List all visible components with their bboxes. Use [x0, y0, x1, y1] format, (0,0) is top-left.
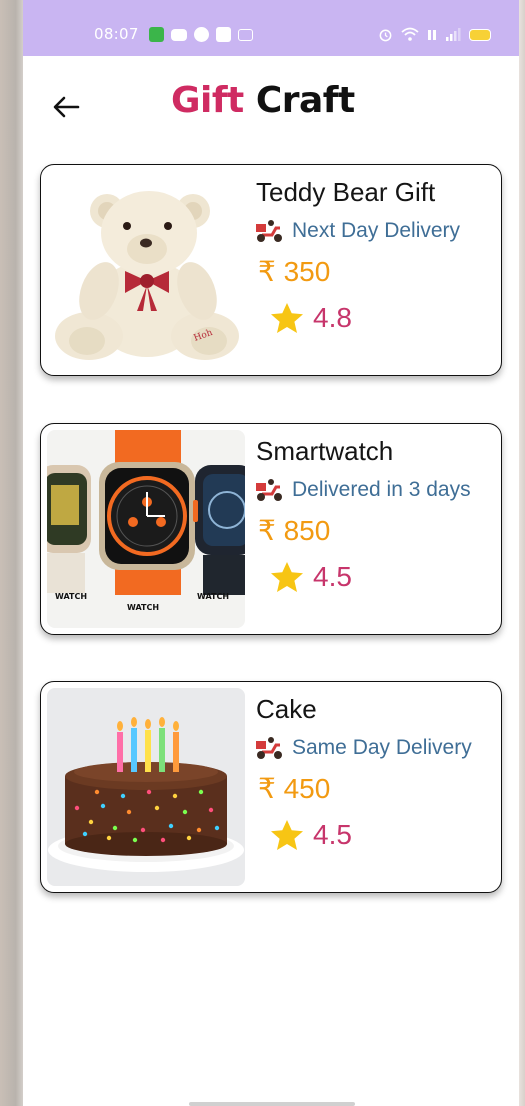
status-time: 08:07: [94, 25, 139, 43]
rating: 4.5: [270, 817, 352, 853]
title-craft: Craft: [255, 80, 355, 121]
delivery-text: Next Day Delivery: [292, 219, 461, 242]
delivery-scooter-icon: [256, 737, 282, 759]
watch-label-right: WATCH: [197, 592, 229, 601]
rating-value: 4.8: [313, 302, 352, 333]
product-name: Smartwatch: [256, 436, 394, 466]
back-button[interactable]: [49, 90, 83, 124]
whatsapp-icon: [194, 27, 209, 42]
star-icon: [271, 820, 303, 850]
product-card-smartwatch[interactable]: WATCH WATCH WATCH Smartwatch Delivered i…: [40, 423, 502, 635]
watch-label-center: WATCH: [127, 603, 159, 612]
arrow-left-icon: [53, 96, 80, 118]
linkedin-icon: [216, 27, 231, 42]
delivery-info: Same Day Delivery: [254, 734, 472, 762]
page-title: Gift Craft: [171, 78, 355, 124]
status-bar: 08:07: [23, 0, 519, 56]
cake-image: [47, 688, 245, 886]
star-icon: [271, 303, 303, 333]
delivery-info: Next Day Delivery: [254, 217, 460, 245]
rating-value: 4.5: [313, 819, 352, 850]
rating-value: 4.5: [313, 561, 352, 592]
delivery-text: Same Day Delivery: [292, 736, 472, 759]
signal-icon: [446, 27, 461, 41]
delivery-scooter-icon: [256, 220, 282, 242]
product-price: ₹ 450: [258, 773, 331, 804]
product-card-teddy-bear[interactable]: Hoh Teddy Bear Gift Next Day Delivery ₹ …: [40, 164, 502, 376]
delivery-text: Delivered in 3 days: [292, 478, 471, 501]
product-name: Cake: [256, 694, 317, 724]
product-price: ₹ 350: [258, 256, 331, 287]
product-price: ₹ 850: [258, 515, 331, 546]
delivery-info: Delivered in 3 days: [254, 476, 471, 504]
product-name: Teddy Bear Gift: [256, 177, 436, 207]
watch-label-left: WATCH: [55, 592, 87, 601]
home-indicator[interactable]: [189, 1102, 355, 1106]
data-icon: [428, 30, 436, 40]
teddy-bear-image: Hoh: [47, 171, 245, 369]
title-gift: Gift: [171, 80, 244, 121]
smartwatch-image: WATCH WATCH WATCH: [47, 430, 245, 628]
app-notification-icon: [149, 27, 164, 42]
gmail-icon: [238, 28, 253, 41]
wifi-icon: [401, 27, 419, 41]
rating: 4.5: [270, 559, 352, 595]
app-screen: 08:07 Gift Craft Hoh Teddy Bear Gift Nex…: [23, 0, 519, 1106]
product-card-cake[interactable]: Cake Same Day Delivery ₹ 450 4.5: [40, 681, 502, 893]
battery-icon: [469, 28, 491, 41]
alarm-icon: [379, 29, 392, 42]
delivery-scooter-icon: [256, 479, 282, 501]
system-icons: [378, 27, 491, 42]
star-icon: [271, 562, 303, 592]
rating: 4.8: [270, 300, 352, 336]
notification-icons: [149, 27, 253, 42]
youtube-icon: [171, 28, 187, 41]
